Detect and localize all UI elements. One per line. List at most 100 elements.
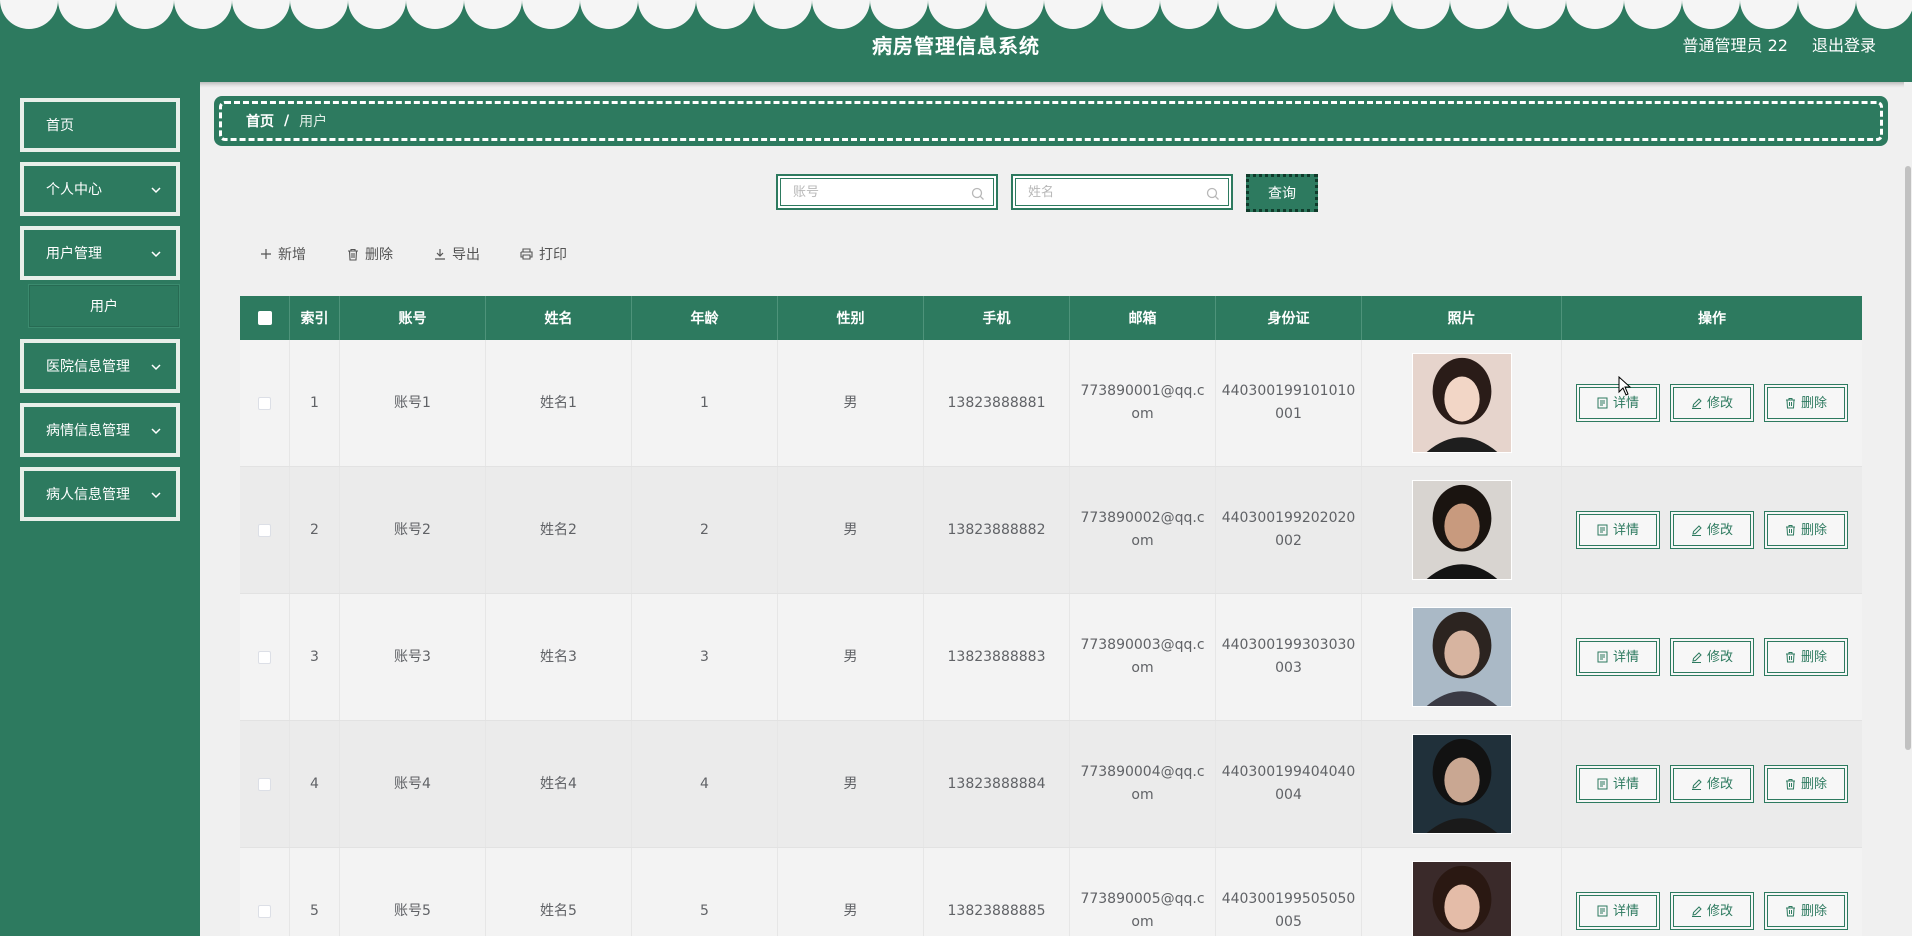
breadcrumb-current: 用户 — [299, 114, 328, 130]
header-account: 账号 — [340, 296, 486, 340]
cell-index: 5 — [290, 848, 340, 936]
chevron-down-icon — [151, 428, 161, 435]
sidebar-item-personal-center[interactable]: 个人中心 — [20, 162, 180, 216]
header-select-all[interactable] — [240, 296, 290, 340]
cell-actions: 详情 修改 删除 — [1562, 848, 1862, 936]
detail-button[interactable]: 详情 — [1576, 511, 1660, 549]
cell-email-line: 773890004@qq.c — [1080, 764, 1205, 780]
cell-email-line: 773890001@qq.c — [1080, 383, 1205, 399]
cell-email: 773890002@qq.c om — [1070, 467, 1216, 593]
sidebar-item-user-management[interactable]: 用户管理 — [20, 226, 180, 280]
cell-actions: 详情 修改 删除 — [1562, 594, 1862, 720]
batch-delete-button[interactable]: 删除 — [347, 244, 393, 264]
delete-button[interactable]: 删除 — [1764, 892, 1848, 930]
row-checkbox[interactable] — [258, 523, 271, 537]
cell-actions: 详情 修改 删除 — [1562, 340, 1862, 466]
cell-gender: 男 — [778, 848, 924, 936]
row-select-cell[interactable] — [240, 721, 290, 847]
row-checkbox[interactable] — [258, 904, 271, 918]
cell-phone: 13823888882 — [924, 467, 1070, 593]
cell-email: 773890001@qq.c om — [1070, 340, 1216, 466]
detail-button[interactable]: 详情 — [1576, 892, 1660, 930]
user-photo[interactable] — [1411, 480, 1512, 580]
table-body: 1 账号1 姓名1 1 男 13823888881 773890001@qq.c om 4403… — [240, 340, 1862, 936]
row-select-cell[interactable] — [240, 594, 290, 720]
breadcrumb-home-link[interactable]: 首页 — [246, 111, 274, 131]
cell-gender: 男 — [778, 594, 924, 720]
user-photo[interactable] — [1411, 734, 1512, 834]
delete-button[interactable]: 删除 — [1764, 638, 1848, 676]
edit-button[interactable]: 修改 — [1670, 511, 1754, 549]
chevron-down-icon — [151, 364, 161, 371]
cell-id-card-line: 440300199202020 — [1221, 510, 1356, 526]
table-row: 5 账号5 姓名5 5 男 13823888885 773890005@qq.c om 4403… — [240, 848, 1862, 936]
account-search-input[interactable] — [793, 184, 963, 200]
print-button-label: 打印 — [539, 247, 567, 263]
delete-button[interactable]: 删除 — [1764, 765, 1848, 803]
sidebar-item-condition-info[interactable]: 病情信息管理 — [20, 403, 180, 457]
edit-button[interactable]: 修改 — [1670, 384, 1754, 422]
cell-name: 姓名2 — [486, 467, 632, 593]
row-select-cell[interactable] — [240, 848, 290, 936]
header-scallop-decoration — [0, 0, 1912, 34]
name-search-input[interactable] — [1028, 184, 1198, 200]
header-index: 索引 — [290, 296, 340, 340]
header-email: 邮箱 — [1070, 296, 1216, 340]
sidebar-item-label: 个人中心 — [46, 182, 102, 198]
cell-name: 姓名1 — [486, 340, 632, 466]
cell-email: 773890005@qq.c om — [1070, 848, 1216, 936]
print-button[interactable]: 打印 — [520, 244, 567, 264]
row-checkbox[interactable] — [258, 650, 271, 664]
batch-delete-button-label: 删除 — [365, 247, 393, 263]
app-title: 病房管理信息系统 — [872, 34, 1040, 58]
page-scrollbar[interactable] — [1904, 82, 1912, 936]
cell-id-card: 440300199202020 002 — [1216, 467, 1362, 593]
search-icon — [971, 187, 984, 200]
edit-button[interactable]: 修改 — [1670, 638, 1754, 676]
export-button[interactable]: 导出 — [434, 244, 480, 264]
user-photo[interactable] — [1411, 353, 1512, 453]
user-photo[interactable] — [1411, 607, 1512, 707]
row-select-cell[interactable] — [240, 467, 290, 593]
sidebar-item-hospital-info[interactable]: 医院信息管理 — [20, 339, 180, 393]
cell-email-line: om — [1131, 914, 1154, 930]
row-checkbox[interactable] — [258, 396, 271, 410]
document-icon — [1597, 524, 1608, 536]
chevron-down-icon — [151, 251, 161, 258]
cell-id-card-line: 001 — [1275, 406, 1302, 422]
delete-button[interactable]: 删除 — [1764, 384, 1848, 422]
trash-icon — [348, 248, 358, 261]
current-user-label: 普通管理员 22 — [1682, 36, 1788, 55]
cell-age: 2 — [632, 467, 778, 593]
sidebar-item-label: 医院信息管理 — [46, 359, 130, 375]
table-header: 索引 账号 姓名 年龄 性别 手机 邮箱 身份证 照片 操作 — [240, 296, 1862, 340]
cell-gender: 男 — [778, 340, 924, 466]
edit-button[interactable]: 修改 — [1670, 765, 1754, 803]
trash-icon — [1785, 398, 1795, 409]
cell-index: 1 — [290, 340, 340, 466]
edit-button-label: 修改 — [1706, 649, 1733, 665]
cell-id-card: 440300199505050 005 — [1216, 848, 1362, 936]
sidebar-item-patient-info[interactable]: 病人信息管理 — [20, 467, 180, 521]
cell-photo — [1362, 721, 1562, 847]
detail-button[interactable]: 详情 — [1576, 765, 1660, 803]
top-header: 病房管理信息系统 普通管理员 22 退出登录 — [0, 0, 1912, 82]
add-button-label: 新增 — [278, 247, 306, 263]
detail-button[interactable]: 详情 — [1576, 638, 1660, 676]
sidebar-subitem-user[interactable]: 用户 — [28, 284, 180, 328]
scrollbar-thumb[interactable] — [1905, 166, 1911, 750]
user-photo[interactable] — [1411, 861, 1512, 936]
edit-button-label: 修改 — [1706, 903, 1733, 919]
edit-button-label: 修改 — [1706, 395, 1733, 411]
sidebar-item-home[interactable]: 首页 — [20, 98, 180, 152]
add-button[interactable]: 新增 — [260, 244, 306, 264]
edit-button[interactable]: 修改 — [1670, 892, 1754, 930]
row-checkbox[interactable] — [258, 777, 271, 791]
select-all-checkbox[interactable] — [257, 311, 272, 325]
delete-button[interactable]: 删除 — [1764, 511, 1848, 549]
cell-account: 账号4 — [340, 721, 486, 847]
row-select-cell[interactable] — [240, 340, 290, 466]
query-button[interactable]: 查询 — [1246, 174, 1318, 212]
logout-button[interactable]: 退出登录 — [1812, 32, 1876, 56]
trash-icon — [1785, 906, 1795, 917]
